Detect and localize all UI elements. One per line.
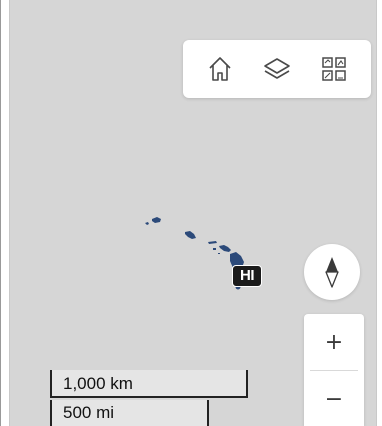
layers-icon [264,58,290,79]
compass-icon [325,257,339,288]
island-kauai [152,217,161,223]
home-button[interactable] [202,51,238,87]
island-maui [219,245,231,252]
scale-bar-mi: 500 mi [50,400,209,426]
layers-button[interactable] [259,51,295,87]
basemap-gallery-button[interactable] [316,51,352,87]
island-lanai [213,248,216,250]
scale-bar-km: 1,000 km [50,370,248,398]
zoom-control: + − [304,314,364,426]
basemap-gallery-icon [322,57,347,81]
map-frame: HI + − 1,000 km 500 mi [0,0,382,426]
island-molokai [208,241,217,244]
zoom-in-button[interactable]: + [304,314,364,370]
map-viewport[interactable]: HI + − 1,000 km 500 mi [9,0,377,426]
zoom-out-button[interactable]: − [304,371,364,426]
scale-bar: 1,000 km 500 mi [50,370,260,426]
island-kahoolawe [218,253,220,254]
island-oahu [185,231,196,239]
state-label-hawaii: HI [232,265,262,287]
home-icon [209,57,231,81]
compass-button[interactable] [304,244,360,300]
map-toolbar [183,40,371,98]
island-niihau [145,222,149,225]
